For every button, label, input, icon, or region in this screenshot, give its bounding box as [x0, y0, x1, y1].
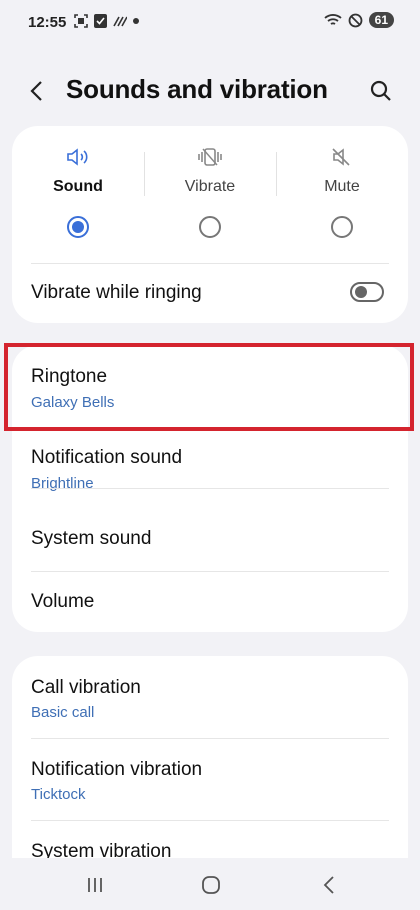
- mute-icon: [332, 148, 350, 166]
- system-sound-row[interactable]: System sound: [12, 488, 408, 571]
- mode-label: Mute: [324, 178, 360, 195]
- speaker-icon: [67, 148, 88, 166]
- sound-mode-card: Sound Vibrate Mute Vibrate while ringing: [12, 126, 408, 323]
- vibrate-while-ringing-toggle[interactable]: [350, 282, 384, 302]
- row-label: Vibrate while ringing: [31, 282, 202, 303]
- mode-sound[interactable]: Sound: [12, 126, 144, 263]
- divider: [144, 152, 145, 196]
- system-vibration-row[interactable]: System vibration: [12, 820, 408, 858]
- row-value: Ticktock: [31, 786, 86, 803]
- system-icons: 61: [324, 12, 394, 28]
- divider: [276, 152, 277, 196]
- mode-mute[interactable]: Mute: [276, 126, 408, 263]
- sounds-card: Ringtone Galaxy Bells Notification sound…: [12, 345, 408, 632]
- mode-radio[interactable]: [199, 216, 221, 238]
- row-value: Basic call: [31, 704, 95, 721]
- call-vibration-row[interactable]: Call vibration Basic call: [12, 656, 408, 738]
- toggle-knob: [355, 286, 367, 298]
- screenshot-icon: [74, 14, 88, 28]
- notification-icons: [74, 14, 139, 28]
- row-label: Volume: [31, 591, 95, 612]
- volume-row[interactable]: Volume: [12, 571, 408, 632]
- row-value: Galaxy Bells: [31, 394, 115, 411]
- checklist-icon: [94, 14, 107, 28]
- back-nav-icon[interactable]: [316, 872, 342, 898]
- row-label: Ringtone: [31, 366, 108, 387]
- page-title: Sounds and vibration: [66, 74, 328, 104]
- do-not-disturb-icon: [348, 13, 363, 27]
- battery-indicator: 61: [368, 12, 394, 28]
- vibrate-icon: [198, 148, 222, 166]
- home-icon[interactable]: [198, 872, 224, 898]
- dot-icon: [133, 18, 139, 24]
- ringtone-row[interactable]: Ringtone Galaxy Bells: [12, 345, 408, 429]
- mode-label: Sound: [53, 178, 103, 195]
- mode-radio[interactable]: [67, 216, 89, 238]
- row-label: Call vibration: [31, 677, 141, 698]
- back-icon[interactable]: [22, 76, 52, 106]
- mode-label: Vibrate: [184, 178, 236, 195]
- status-bar: 12:55 61: [0, 0, 420, 44]
- search-icon[interactable]: [366, 76, 396, 106]
- navigation-bar: [0, 858, 420, 910]
- recent-apps-icon[interactable]: [82, 872, 108, 898]
- stripes-icon: [113, 16, 127, 27]
- sound-mode-selector: Sound Vibrate Mute: [12, 126, 408, 263]
- row-label: Notification sound: [31, 447, 183, 468]
- notification-vibration-row[interactable]: Notification vibration Ticktock: [12, 738, 408, 820]
- vibration-card: Call vibration Basic call Notification v…: [12, 656, 408, 858]
- row-label: System sound: [31, 528, 152, 549]
- status-time: 12:55: [28, 14, 67, 31]
- mode-radio[interactable]: [331, 216, 353, 238]
- row-label: System vibration: [31, 841, 172, 858]
- app-header: Sounds and vibration: [0, 60, 420, 120]
- wifi-icon: [324, 14, 342, 25]
- vibrate-while-ringing-row[interactable]: Vibrate while ringing: [12, 263, 408, 323]
- mode-vibrate[interactable]: Vibrate: [144, 126, 276, 263]
- row-label: Notification vibration: [31, 759, 203, 780]
